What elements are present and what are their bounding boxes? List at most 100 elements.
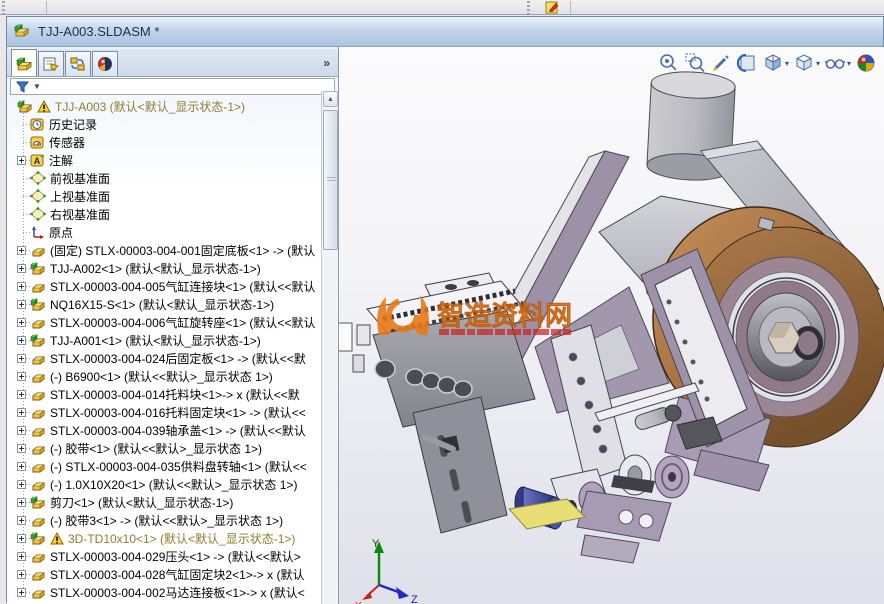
featuremanager-panel: » ▼ TJJ-A003 (默认<默认_显示状态-1>) 历史记录 传感器 A … bbox=[7, 47, 339, 604]
tree-expander[interactable] bbox=[17, 372, 26, 381]
tree-item[interactable]: (-) STLX-00003-004-035供料盘转轴<1> (默认<< bbox=[7, 457, 339, 475]
tree-item-label: (-) 1.0X10X20<1> (默认<<默认>_显示状态 1>) bbox=[50, 476, 297, 493]
scrollbar-up-arrow[interactable]: ▲ bbox=[323, 91, 338, 107]
tree-item-label: 右视基准面 bbox=[50, 206, 110, 223]
edit-appearance-button[interactable] bbox=[854, 52, 878, 74]
tree-expander[interactable] bbox=[17, 354, 26, 363]
tree-item[interactable]: (-) 胶带3<1> -> (默认<<默认>_显示状态 1>) bbox=[7, 511, 339, 529]
tree-expander[interactable] bbox=[17, 300, 26, 309]
tree-item[interactable]: (-) 胶带<1> (默认<<默认>_显示状态 1>) bbox=[7, 439, 339, 457]
tree-expander[interactable] bbox=[17, 282, 26, 291]
hide-show-items-button[interactable]: ▾ bbox=[823, 52, 852, 74]
tree-item-label: STLX-00003-004-006气缸旋转座<1> (默认<<默认 bbox=[50, 314, 315, 331]
tree-connector bbox=[23, 142, 32, 143]
tree-expander[interactable] bbox=[17, 534, 26, 543]
part-icon bbox=[30, 567, 46, 581]
tree-expander[interactable] bbox=[17, 516, 26, 525]
tree-filter-bar[interactable]: ▼ bbox=[10, 78, 335, 95]
scrollbar-thumb[interactable] bbox=[323, 110, 338, 250]
warning-icon bbox=[50, 532, 64, 545]
tree-item[interactable]: 上视基准面 bbox=[7, 187, 339, 205]
tree-expander[interactable] bbox=[17, 552, 26, 561]
tab-configurationmanager[interactable] bbox=[65, 51, 91, 76]
tree-item[interactable]: (-) B6900<1> (默认<<默认>_显示状态 1>) bbox=[7, 367, 339, 385]
tree-item-label: (固定) STLX-00003-004-001固定底板<1> -> (默认 bbox=[50, 242, 315, 259]
tree-expander[interactable] bbox=[17, 336, 26, 345]
tree-expander[interactable] bbox=[17, 264, 26, 273]
tree-expander[interactable] bbox=[17, 408, 26, 417]
tab-propertymanager[interactable] bbox=[38, 51, 64, 76]
tree-item-label: STLX-00003-004-024后固定板<1> -> (默认<<默 bbox=[50, 350, 306, 367]
tree-item[interactable]: STLX-00003-004-006气缸旋转座<1> (默认<<默认 bbox=[7, 313, 339, 331]
tree-expander[interactable] bbox=[17, 318, 26, 327]
assembly-document-icon bbox=[13, 22, 30, 42]
graphics-area[interactable]: 智造资料网 Y Z X ▾▾▾ bbox=[339, 47, 884, 604]
svg-text:Y: Y bbox=[372, 538, 380, 550]
tree-item[interactable]: 右视基准面 bbox=[7, 205, 339, 223]
part-icon bbox=[30, 387, 46, 401]
part-icon bbox=[30, 423, 46, 437]
tree-expander[interactable] bbox=[17, 246, 26, 255]
tabstrip-overflow-chevron[interactable]: » bbox=[323, 56, 330, 70]
part-icon bbox=[30, 243, 46, 257]
tree-expander[interactable] bbox=[17, 462, 26, 471]
filter-dropdown-caret[interactable]: ▼ bbox=[33, 82, 41, 91]
tab-displaymanager[interactable] bbox=[92, 51, 118, 76]
tree-expander[interactable] bbox=[17, 390, 26, 399]
tree-item-label: STLX-00003-004-039轴承盖<1> -> (默认<<默认 bbox=[50, 422, 306, 439]
part-icon bbox=[30, 513, 46, 527]
tree-item[interactable]: STLX-00003-004-014托料块<1>-> x (默认<<默 bbox=[7, 385, 339, 403]
display-style-button[interactable]: ▾ bbox=[792, 52, 821, 74]
dropdown-caret[interactable]: ▾ bbox=[785, 59, 789, 68]
tab-featuremanager-tree[interactable] bbox=[11, 49, 37, 76]
tree-expander[interactable] bbox=[17, 498, 26, 507]
part-icon bbox=[30, 405, 46, 419]
tree-item-label: STLX-00003-004-002马达连接板<1>-> x (默认< bbox=[50, 584, 305, 601]
tree-item[interactable]: A 注解 bbox=[7, 151, 339, 169]
window-titlebar[interactable]: TJJ-A003.SLDASM * bbox=[7, 17, 883, 47]
zoom-to-area-button[interactable] bbox=[683, 52, 707, 74]
tree-item[interactable]: STLX-00003-004-029压头<1> -> (默认<<默认> bbox=[7, 547, 339, 565]
tree-item[interactable]: STLX-00003-004-024后固定板<1> -> (默认<<默 bbox=[7, 349, 339, 367]
design-binder-icon[interactable] bbox=[545, 1, 559, 14]
tree-item[interactable]: STLX-00003-004-005气缸连接块<1> (默认<<默认 bbox=[7, 277, 339, 295]
tree-item[interactable]: 历史记录 bbox=[7, 115, 339, 133]
headsup-view-toolbar: ▾ ▾ ▾ bbox=[657, 51, 878, 75]
tree-item[interactable]: 前视基准面 bbox=[7, 169, 339, 187]
tree-connector bbox=[23, 214, 32, 215]
tree-item[interactable]: STLX-00003-004-002马达连接板<1>-> x (默认< bbox=[7, 583, 339, 601]
tree-item-label: 原点 bbox=[49, 224, 73, 241]
tree-item[interactable]: 剪刀<1> (默认<默认_显示状态-1>) bbox=[7, 493, 339, 511]
tree-root-item[interactable]: TJJ-A003 (默认<默认_显示状态-1>) bbox=[7, 97, 339, 115]
tree-item[interactable]: TJJ-A002<1> (默认<默认_显示状态-1>) bbox=[7, 259, 339, 277]
tree-expander[interactable] bbox=[17, 588, 26, 597]
section-view-button[interactable] bbox=[735, 52, 759, 74]
svg-text:智造资料网: 智造资料网 bbox=[437, 301, 572, 331]
dropdown-caret[interactable]: ▾ bbox=[847, 59, 851, 68]
tree-item[interactable]: STLX-00003-004-028气缸固定块2<1>-> x (默认 bbox=[7, 565, 339, 583]
dropdown-caret[interactable]: ▾ bbox=[816, 59, 820, 68]
tree-item[interactable]: (固定) STLX-00003-004-001固定底板<1> -> (默认 bbox=[7, 241, 339, 259]
tree-expander[interactable] bbox=[17, 570, 26, 579]
tree-item[interactable]: STLX-00003-004-039轴承盖<1> -> (默认<<默认 bbox=[7, 421, 339, 439]
part-icon bbox=[30, 459, 46, 473]
tree-item[interactable]: STLX-00003-004-016托料固定块<1> -> (默认<< bbox=[7, 403, 339, 421]
tree-item[interactable]: 传感器 bbox=[7, 133, 339, 151]
tree-item-label: 3D-TD10x10<1> (默认<默认_显示状态-1>) bbox=[68, 530, 295, 547]
tree-expander[interactable] bbox=[17, 426, 26, 435]
tree-item[interactable]: 原点 bbox=[7, 223, 339, 241]
tree-expander[interactable] bbox=[17, 480, 26, 489]
tree-item[interactable]: (-) 1.0X10X20<1> (默认<<默认>_显示状态 1>) bbox=[7, 475, 339, 493]
tree-expander[interactable] bbox=[17, 444, 26, 453]
zoom-to-fit-button[interactable] bbox=[657, 52, 681, 74]
tree-scrollbar[interactable]: ▲ bbox=[321, 91, 338, 604]
tree-item[interactable]: NQ16X15-S<1> (默认<默认_显示状态-1>) bbox=[7, 295, 339, 313]
tree-item[interactable]: TJJ-A001<1> (默认<默认_显示状态-1>) bbox=[7, 331, 339, 349]
view-orientation-button[interactable]: ▾ bbox=[761, 52, 790, 74]
toolbar-grip[interactable] bbox=[2, 1, 5, 14]
previous-view-button[interactable] bbox=[709, 52, 733, 74]
tree-item[interactable]: 3D-TD10x10<1> (默认<默认_显示状态-1>) bbox=[7, 529, 339, 547]
tree-expander[interactable] bbox=[17, 156, 26, 165]
tree-item-label: STLX-00003-004-014托料块<1>-> x (默认<<默 bbox=[50, 386, 300, 403]
toolbar-grip[interactable] bbox=[527, 1, 530, 14]
